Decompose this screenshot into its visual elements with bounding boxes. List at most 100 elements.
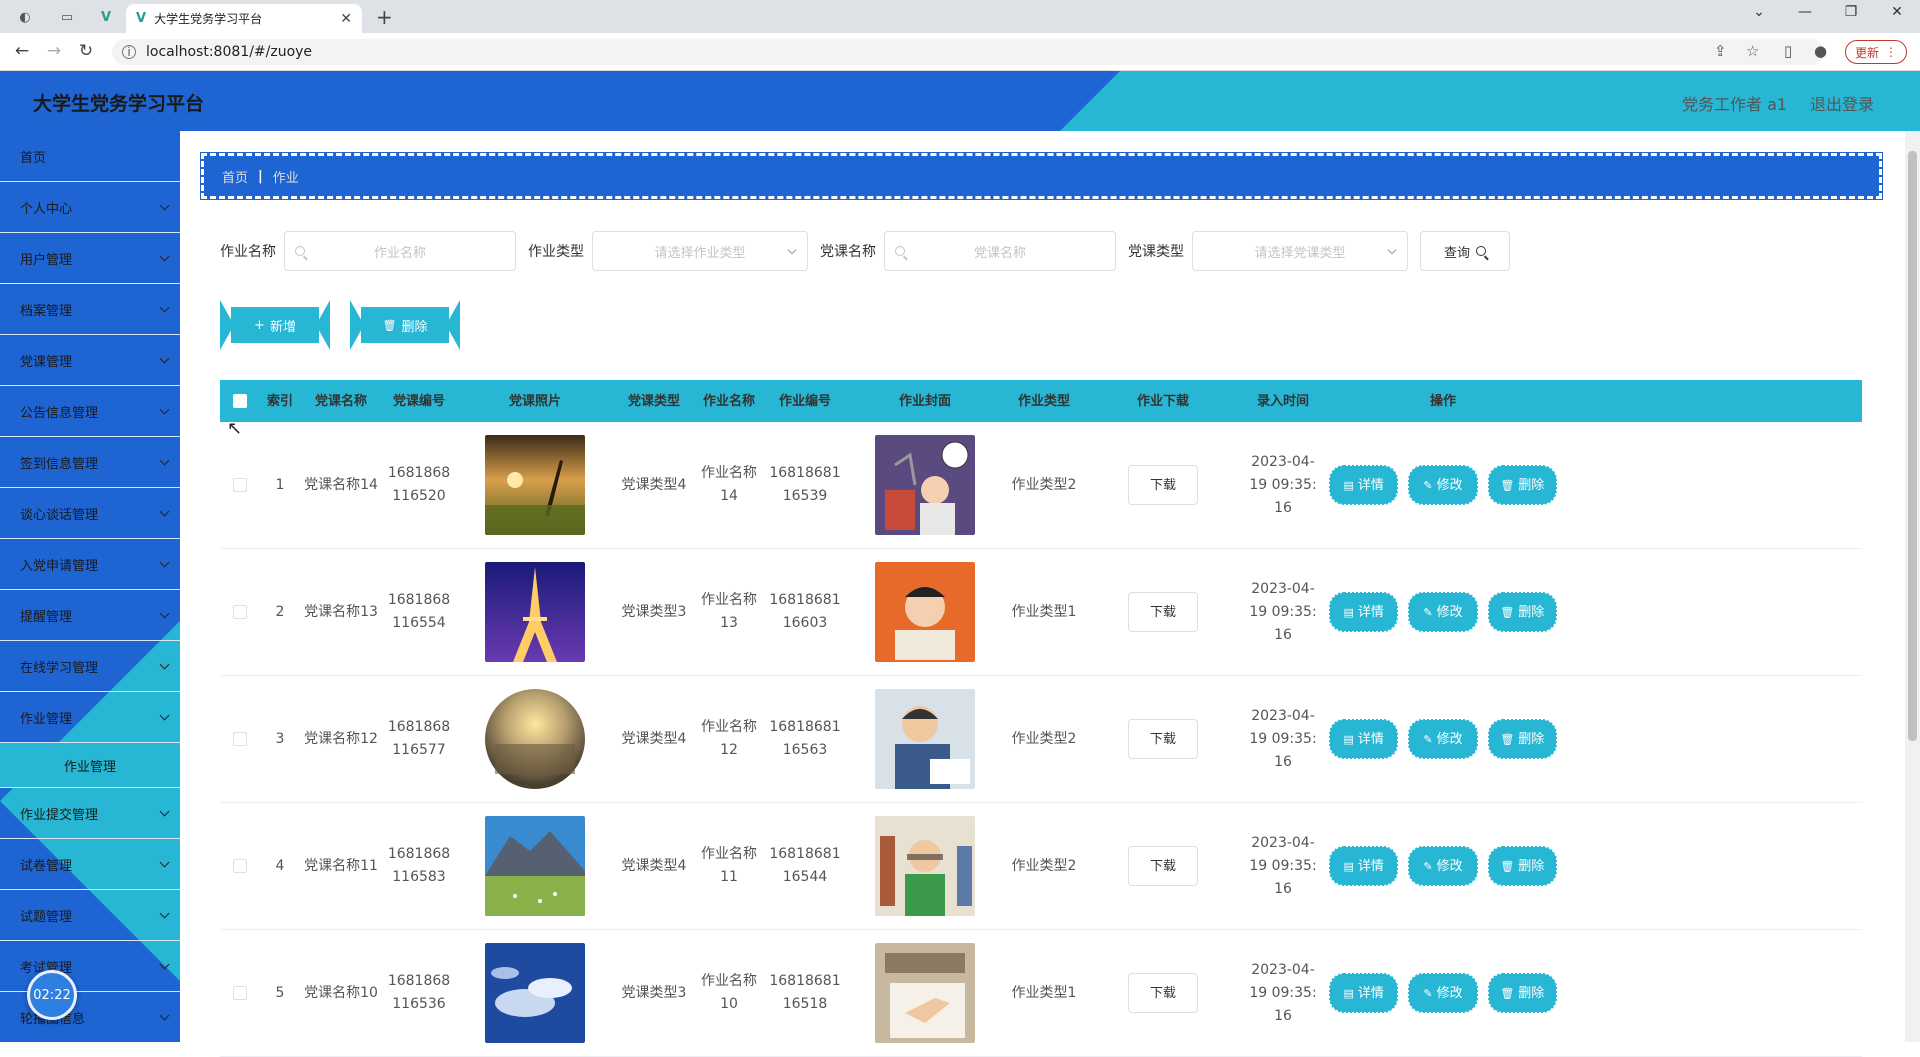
select-all-checkbox[interactable] xyxy=(233,394,247,408)
browser-tab-bar: ◐ ▭ V V 大学生党务学习平台 ✕ + ⌄ — ❐ ✕ xyxy=(0,0,1920,33)
column-header: 作业名称 xyxy=(702,393,755,409)
download-button[interactable]: 下载 xyxy=(1128,846,1198,886)
cell-zuoye-name: 作业名称12 xyxy=(701,719,757,758)
sidebar-item[interactable]: 首页 xyxy=(0,131,180,182)
sidebar-item[interactable]: 谈心谈话管理 xyxy=(0,488,180,539)
zuoye-cover[interactable] xyxy=(846,689,1004,789)
sidebar-item[interactable]: 试卷管理 xyxy=(0,839,180,890)
sidebar-item[interactable]: 入党申请管理 xyxy=(0,539,180,590)
url-field[interactable]: i localhost:8081/#/zuoye xyxy=(112,39,1824,65)
sidebar-item[interactable]: 考试管理 xyxy=(0,941,180,992)
forward-icon[interactable]: → xyxy=(42,41,66,61)
row-select-cell[interactable] xyxy=(220,605,260,619)
sidebar-item[interactable]: 提醒管理 xyxy=(0,590,180,641)
delete-button[interactable]: 🗑 删除 xyxy=(350,300,460,350)
sidebar-item[interactable]: 签到信息管理 xyxy=(0,437,180,488)
detail-button[interactable]: ▤ 详情 xyxy=(1328,846,1399,886)
edit-button[interactable]: ✎ 修改 xyxy=(1408,973,1478,1013)
back-icon[interactable]: ← xyxy=(10,41,34,61)
edit-button[interactable]: ✎ 修改 xyxy=(1408,592,1478,632)
dangke-photo[interactable] xyxy=(456,816,614,916)
sidepanel-icon[interactable]: ▯ xyxy=(1784,42,1792,60)
reload-icon[interactable]: ↻ xyxy=(74,41,98,61)
scrollbar[interactable] xyxy=(1905,131,1920,1042)
detail-button[interactable]: ▤ 详情 xyxy=(1328,592,1399,632)
breadcrumb-home[interactable]: 首页 xyxy=(222,167,248,186)
info-icon[interactable]: i xyxy=(122,45,136,59)
profile-icon[interactable]: ● xyxy=(1814,42,1827,60)
sidebar-subitem-zuoye[interactable]: 作业管理 xyxy=(0,743,180,788)
tab-icon[interactable]: ▭ xyxy=(56,6,78,28)
row-checkbox[interactable] xyxy=(233,986,247,1000)
minimize-icon[interactable]: — xyxy=(1790,4,1820,20)
row-select-cell[interactable] xyxy=(220,986,260,1000)
download-button[interactable]: 下载 xyxy=(1128,973,1198,1013)
close-icon[interactable]: ✕ xyxy=(340,11,352,27)
row-delete-button[interactable]: 🗑 删除 xyxy=(1487,719,1557,759)
detail-button[interactable]: ▤ 详情 xyxy=(1328,973,1399,1013)
sidebar-item[interactable]: 在线学习管理 xyxy=(0,641,180,692)
window-close-icon[interactable]: ✕ xyxy=(1882,4,1912,20)
row-delete-button[interactable]: 🗑 删除 xyxy=(1487,465,1557,505)
scrollbar-thumb[interactable] xyxy=(1908,151,1917,741)
row-select-cell[interactable] xyxy=(220,732,260,746)
cell-zuoye-type: 作业类型2 xyxy=(1011,857,1077,874)
zuoye-cover[interactable] xyxy=(846,435,1004,535)
zuoye-type-label: 作业类型 xyxy=(528,244,584,260)
row-checkbox[interactable] xyxy=(233,605,247,619)
update-button[interactable]: 更新 ⋮ xyxy=(1845,40,1907,64)
query-button[interactable]: 查询 xyxy=(1420,231,1510,271)
new-tab-icon[interactable]: + xyxy=(376,5,393,29)
sidebar-item[interactable]: 个人中心 xyxy=(0,182,180,233)
detail-button[interactable]: ▤ 详情 xyxy=(1328,465,1399,505)
add-button[interactable]: + 新增 xyxy=(220,300,330,350)
sidebar-item-label: 试卷管理 xyxy=(20,858,73,874)
dangke-photo[interactable] xyxy=(456,562,614,662)
row-checkbox[interactable] xyxy=(233,478,247,492)
restore-icon[interactable]: ❐ xyxy=(1836,4,1866,20)
sidebar-item-label: 作业管理 xyxy=(20,711,73,727)
sidebar-item[interactable]: 档案管理 xyxy=(0,284,180,335)
zuoye-type-select[interactable]: 请选择作业类型 xyxy=(592,231,808,271)
vue-icon[interactable]: V xyxy=(95,6,117,28)
row-select-cell[interactable] xyxy=(220,478,260,492)
download-button[interactable]: 下载 xyxy=(1128,719,1198,759)
sidebar-item[interactable]: 作业提交管理 xyxy=(0,788,180,839)
row-checkbox[interactable] xyxy=(233,732,247,746)
zuoye-cover[interactable] xyxy=(846,816,1004,916)
row-delete-button[interactable]: 🗑 删除 xyxy=(1487,846,1557,886)
download-button[interactable]: 下载 xyxy=(1128,592,1198,632)
cell-dangke-type: 党课类型4 xyxy=(621,730,687,747)
edit-button[interactable]: ✎ 修改 xyxy=(1408,719,1478,759)
share-icon[interactable]: ⇪ xyxy=(1714,42,1727,60)
detail-button[interactable]: ▤ 详情 xyxy=(1328,719,1399,759)
edit-button[interactable]: ✎ 修改 xyxy=(1408,465,1478,505)
star-icon[interactable]: ☆ xyxy=(1746,42,1759,60)
edit-button[interactable]: ✎ 修改 xyxy=(1408,846,1478,886)
dangke-photo[interactable] xyxy=(456,689,614,789)
globe-icon[interactable]: ◐ xyxy=(14,6,36,28)
zuoye-cover[interactable] xyxy=(846,562,1004,662)
timer-badge[interactable]: 02:22 xyxy=(27,970,77,1020)
dangke-photo[interactable] xyxy=(456,943,614,1043)
sidebar-item[interactable]: 作业管理 xyxy=(0,692,180,743)
zuoye-name-input[interactable]: 作业名称 xyxy=(284,231,516,271)
zuoye-cover[interactable] xyxy=(846,943,1004,1043)
download-cell: 下载 xyxy=(1084,465,1242,505)
dangke-name-input[interactable]: 党课名称 xyxy=(884,231,1116,271)
sidebar-item[interactable]: 用户管理 xyxy=(0,233,180,284)
row-checkbox[interactable] xyxy=(233,859,247,873)
active-tab[interactable]: V 大学生党务学习平台 ✕ xyxy=(126,4,362,33)
sidebar-item[interactable]: 党课管理 xyxy=(0,335,180,386)
sidebar-item[interactable]: 公告信息管理 xyxy=(0,386,180,437)
dangke-photo[interactable] xyxy=(456,435,614,535)
sidebar-item[interactable]: 试题管理 xyxy=(0,890,180,941)
logout-link[interactable]: 退出登录 xyxy=(1810,91,1874,115)
row-delete-button[interactable]: 🗑 删除 xyxy=(1487,973,1557,1013)
dangke-type-select[interactable]: 请选择党课类型 xyxy=(1192,231,1408,271)
select-all-cell[interactable] xyxy=(220,394,260,408)
row-select-cell[interactable] xyxy=(220,859,260,873)
chevron-down-icon[interactable]: ⌄ xyxy=(1744,4,1774,20)
row-delete-button[interactable]: 🗑 删除 xyxy=(1487,592,1557,632)
download-button[interactable]: 下载 xyxy=(1128,465,1198,505)
